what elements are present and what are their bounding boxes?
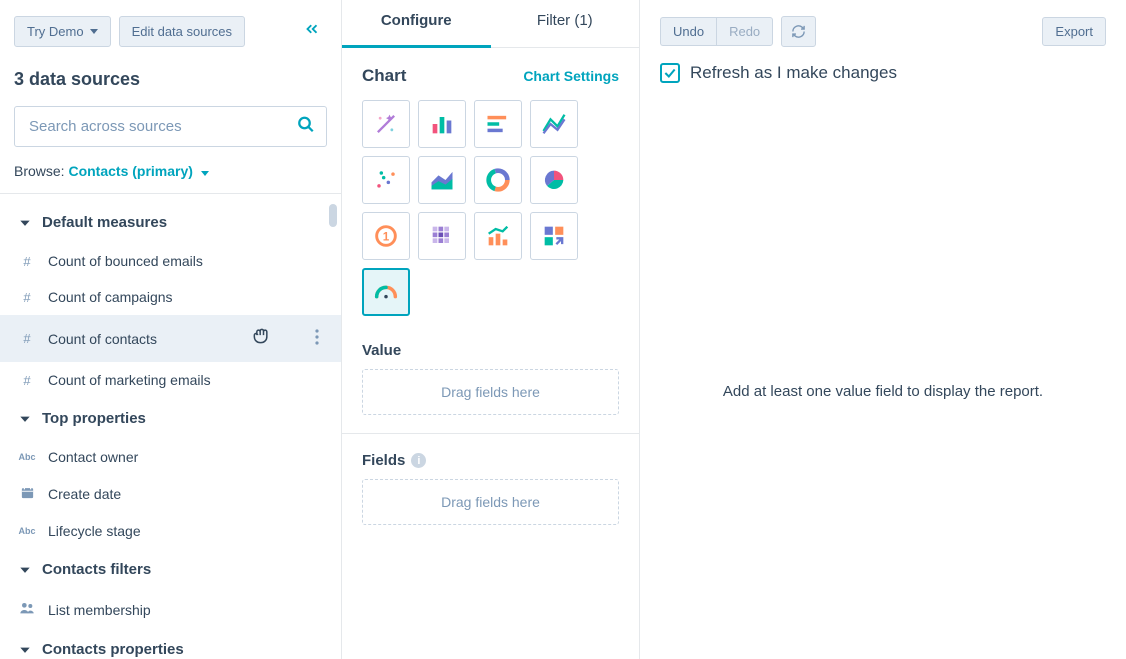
field-item[interactable]: # Count of bounced emails: [0, 243, 341, 279]
check-icon: [663, 66, 677, 80]
empty-report-message: Add at least one value field to display …: [660, 383, 1106, 400]
fields-dropzone[interactable]: Drag fields here: [362, 479, 619, 525]
fields-scroll-area: Default measures # Count of bounced emai…: [0, 193, 341, 659]
chevron-down-icon: [18, 563, 32, 577]
chart-type-donut[interactable]: [474, 156, 522, 204]
field-label: List membership: [48, 602, 151, 618]
preview-panel: Undo Redo Export Refresh as I make chang…: [640, 0, 1126, 659]
sources-panel: Try Demo Edit data sources 3 data source…: [0, 0, 342, 659]
field-label: Count of marketing emails: [48, 372, 211, 388]
double-chevron-left-icon: [303, 20, 321, 38]
edit-data-sources-button[interactable]: Edit data sources: [119, 16, 245, 47]
field-item-hovered[interactable]: # Count of contacts: [0, 315, 341, 362]
vertical-dots-icon: [315, 329, 319, 345]
configure-panel: Configure Filter (1) Chart Chart Setting…: [342, 0, 640, 659]
chart-type-heatmap[interactable]: [418, 212, 466, 260]
undo-button[interactable]: Undo: [660, 17, 716, 46]
tab-configure[interactable]: Configure: [342, 0, 491, 48]
chart-type-scatter[interactable]: [362, 156, 410, 204]
chart-type-magic[interactable]: [362, 100, 410, 148]
chart-type-line[interactable]: [530, 100, 578, 148]
group-default-measures[interactable]: Default measures: [0, 202, 341, 243]
chart-type-kpi[interactable]: 1: [362, 212, 410, 260]
search-icon[interactable]: [297, 115, 315, 138]
grab-cursor-icon: [251, 326, 271, 351]
group-top-properties[interactable]: Top properties: [0, 398, 341, 439]
refresh-icon: [791, 24, 806, 39]
scrollbar-thumb[interactable]: [329, 204, 337, 227]
value-section-title: Value: [362, 342, 619, 359]
browse-source-value: Contacts (primary): [68, 163, 192, 179]
auto-refresh-label: Refresh as I make changes: [690, 63, 897, 83]
chart-settings-link[interactable]: Chart Settings: [523, 68, 619, 84]
chevron-down-icon: [201, 171, 209, 176]
try-demo-label: Try Demo: [27, 24, 84, 39]
edit-sources-label: Edit data sources: [132, 24, 232, 39]
number-icon: #: [18, 373, 36, 388]
chevron-down-icon: [18, 216, 32, 230]
try-demo-button[interactable]: Try Demo: [14, 16, 111, 47]
chart-type-area[interactable]: [418, 156, 466, 204]
people-icon: [18, 600, 36, 619]
chart-type-grid: 1: [362, 100, 619, 316]
field-item[interactable]: Abc Lifecycle stage: [0, 513, 341, 549]
chart-section-title: Chart: [362, 66, 406, 86]
fields-section-title: Fields: [362, 452, 405, 469]
chart-type-pivot[interactable]: [530, 212, 578, 260]
chart-type-combo[interactable]: [474, 212, 522, 260]
field-item[interactable]: Create date: [0, 475, 341, 513]
tab-filter[interactable]: Filter (1): [491, 0, 640, 47]
browse-source-dropdown[interactable]: Contacts (primary): [68, 163, 208, 179]
group-contacts-filters[interactable]: Contacts filters: [0, 549, 341, 590]
field-item[interactable]: # Count of marketing emails: [0, 362, 341, 398]
field-label: Count of bounced emails: [48, 253, 203, 269]
undo-redo-group: Undo Redo: [660, 17, 773, 46]
field-label: Create date: [48, 486, 121, 502]
chart-type-bar[interactable]: [418, 100, 466, 148]
field-label: Contact owner: [48, 449, 138, 465]
refresh-button[interactable]: [781, 16, 816, 47]
number-icon: #: [18, 331, 36, 346]
number-icon: #: [18, 254, 36, 269]
chart-type-gauge[interactable]: [362, 268, 410, 316]
value-dropzone[interactable]: Drag fields here: [362, 369, 619, 415]
auto-refresh-checkbox[interactable]: [660, 63, 680, 83]
chevron-down-icon: [18, 643, 32, 657]
group-label: Contacts properties: [42, 641, 184, 658]
calendar-icon: [18, 485, 36, 503]
search-input[interactable]: [14, 106, 327, 147]
text-icon: Abc: [18, 452, 36, 462]
chevron-down-icon: [90, 29, 98, 34]
chart-type-pie[interactable]: [530, 156, 578, 204]
group-label: Default measures: [42, 214, 167, 231]
export-button[interactable]: Export: [1042, 17, 1106, 46]
field-label: Lifecycle stage: [48, 523, 141, 539]
sources-count-title: 3 data sources: [14, 69, 327, 90]
browse-label: Browse:: [14, 163, 65, 179]
more-actions-button[interactable]: [311, 325, 323, 352]
group-contacts-properties[interactable]: Contacts properties: [0, 629, 341, 659]
field-item[interactable]: List membership: [0, 590, 341, 629]
number-icon: #: [18, 290, 36, 305]
field-item[interactable]: # Count of campaigns: [0, 279, 341, 315]
chart-type-hbar[interactable]: [474, 100, 522, 148]
text-icon: Abc: [18, 526, 36, 536]
group-label: Contacts filters: [42, 561, 151, 578]
redo-button[interactable]: Redo: [716, 17, 773, 46]
field-label: Count of campaigns: [48, 289, 173, 305]
field-label: Count of contacts: [48, 331, 157, 347]
config-tabs: Configure Filter (1): [342, 0, 639, 48]
collapse-panel-button[interactable]: [297, 14, 327, 49]
chevron-down-icon: [18, 412, 32, 426]
field-item[interactable]: Abc Contact owner: [0, 439, 341, 475]
info-icon[interactable]: i: [411, 453, 426, 468]
group-label: Top properties: [42, 410, 146, 427]
svg-text:1: 1: [383, 231, 390, 244]
